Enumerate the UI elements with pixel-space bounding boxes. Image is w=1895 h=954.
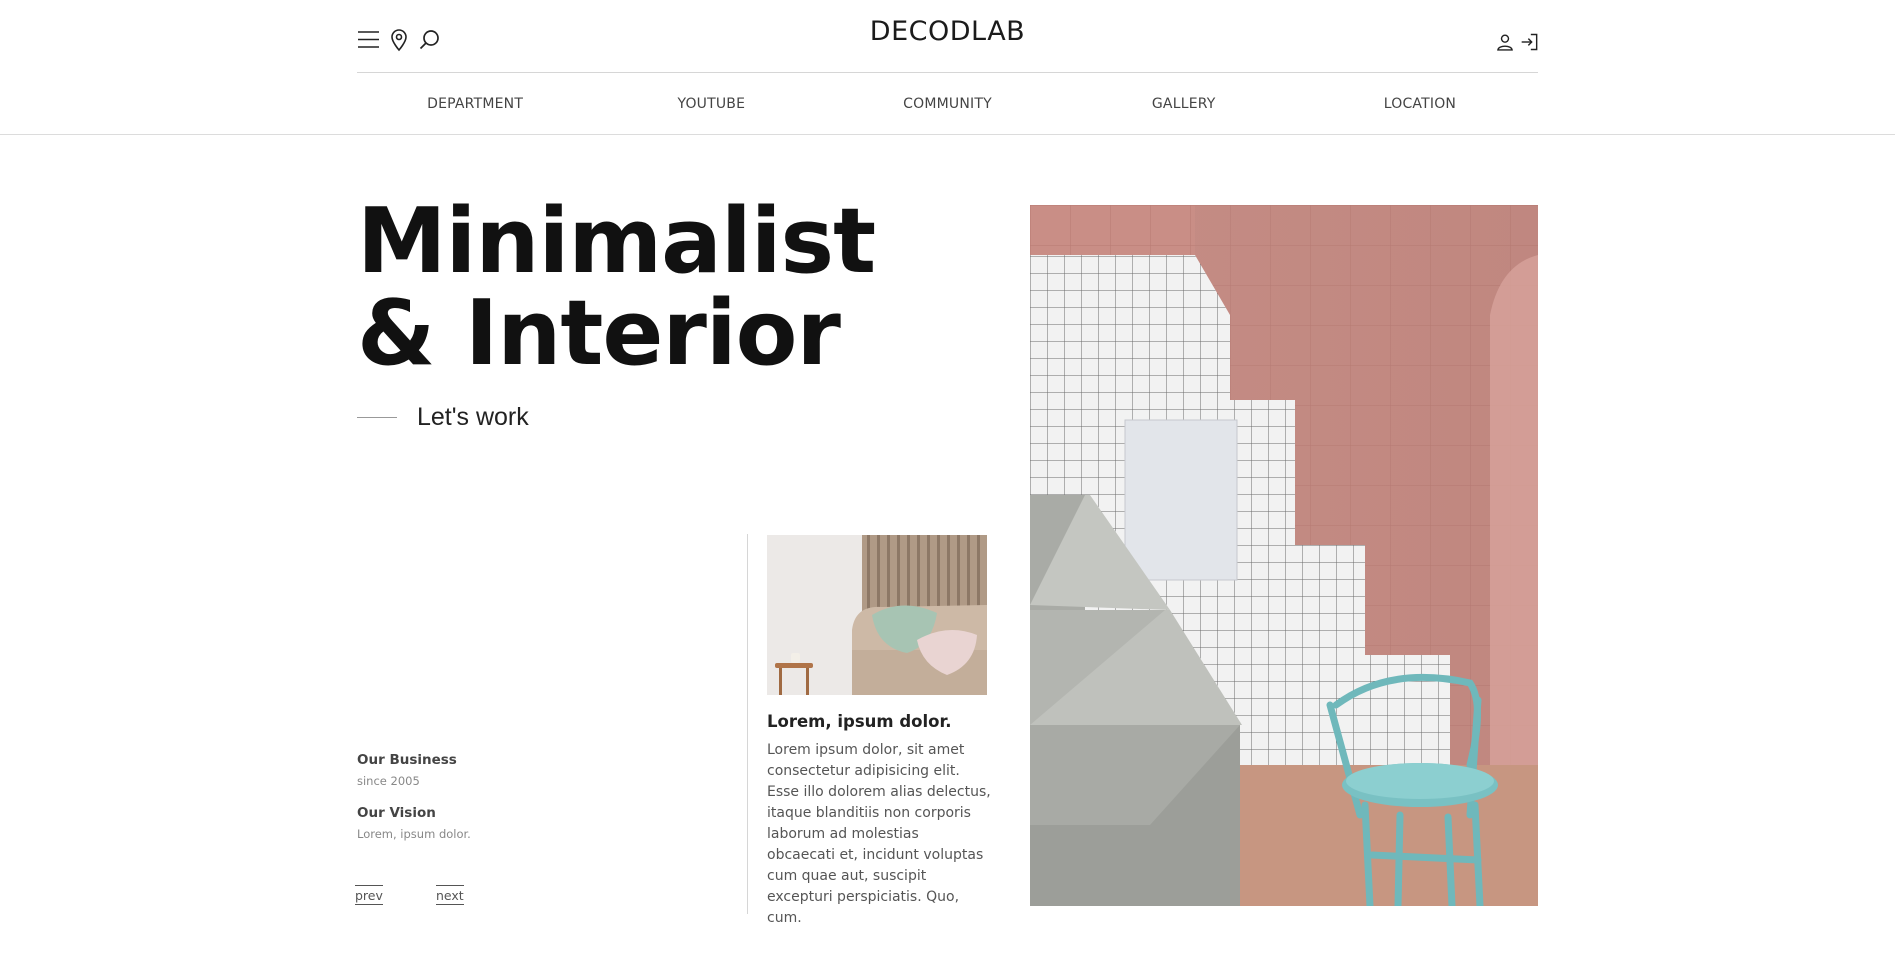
vision-title: Our Vision [357, 805, 436, 821]
business-sub: since 2005 [357, 774, 420, 788]
subtitle-divider-line [357, 416, 397, 418]
article-body: Lorem ipsum dolor, sit amet consectetur … [767, 742, 991, 926]
nav-item-youtube[interactable]: YOUTUBE [593, 73, 829, 135]
hero-subtitle-text: Let's work [417, 402, 529, 431]
nav-item-community[interactable]: COMMUNITY [829, 73, 1065, 135]
hero-title: Minimalist & Interior [357, 189, 876, 386]
hero-title-line1: Minimalist [357, 189, 876, 294]
main-nav: DEPARTMENT YOUTUBE COMMUNITY GALLERY LOC… [357, 73, 1538, 135]
next-button[interactable]: next [436, 885, 464, 905]
vision-sub: Lorem, ipsum dolor. [357, 827, 471, 841]
site-header: DECODLAB DEPARTMENT YOUTUBE COMMUNITY GA… [0, 0, 1895, 135]
article-thumbnail[interactable] [767, 535, 987, 695]
nav-item-department[interactable]: DEPARTMENT [357, 73, 593, 135]
prev-button[interactable]: prev [355, 885, 383, 905]
article-card: Lorem, ipsum dolor. Lorem ipsum dolor, s… [767, 535, 991, 929]
article-title[interactable]: Lorem, ipsum dolor. [767, 712, 987, 731]
nav-item-gallery[interactable]: GALLERY [1066, 73, 1302, 135]
vertical-divider [747, 534, 748, 914]
business-title: Our Business [357, 752, 457, 768]
login-icon[interactable] [1520, 32, 1540, 52]
user-icon[interactable] [1495, 32, 1515, 52]
hero-subtitle: Let's work [357, 400, 529, 434]
nav-item-location[interactable]: LOCATION [1302, 73, 1538, 135]
header-top-row: DECODLAB [357, 0, 1538, 73]
header-inner: DECODLAB DEPARTMENT YOUTUBE COMMUNITY GA… [357, 0, 1538, 135]
hero-title-line2: & Interior [357, 281, 841, 386]
hero-image [1030, 205, 1538, 906]
info-block: Our Business since 2005 Our Vision Lorem… [357, 752, 471, 858]
site-logo[interactable]: DECODLAB [357, 16, 1538, 47]
